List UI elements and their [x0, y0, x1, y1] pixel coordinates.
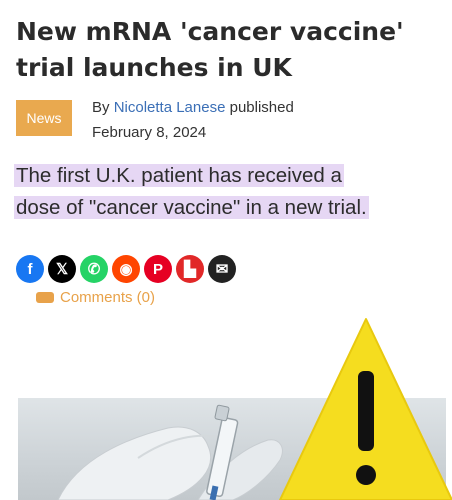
email-share-button[interactable]: ✉ [208, 255, 236, 283]
byline-prefix: By [92, 99, 110, 116]
reddit-share-button[interactable]: ◉ [112, 255, 140, 283]
headline-line-1: New mRNA 'cancer vaccine' [16, 17, 404, 46]
facebook-share-button[interactable]: f [16, 255, 44, 283]
article-lede: The first U.K. patient has received a do… [14, 160, 446, 224]
x-icon: 𝕏 [55, 261, 69, 278]
facebook-icon: f [27, 260, 33, 278]
comments-link[interactable]: Comments (0) [36, 289, 155, 306]
x-share-button[interactable]: 𝕏 [48, 255, 76, 283]
warning-sign-icon [279, 318, 452, 500]
reddit-icon: ◉ [119, 261, 133, 278]
headline-line-2: trial launches in UK [16, 53, 292, 82]
whatsapp-share-button[interactable]: ✆ [80, 255, 108, 283]
whatsapp-icon: ✆ [87, 261, 101, 278]
email-icon: ✉ [215, 261, 229, 278]
flipboard-icon: ▙ [184, 261, 196, 278]
author-link[interactable]: Nicoletta Lanese [114, 99, 226, 116]
byline-suffix: published [229, 99, 294, 116]
comment-bubble-icon [36, 292, 54, 303]
pinterest-icon: P [152, 260, 163, 278]
flipboard-share-button[interactable]: ▙ [176, 255, 204, 283]
badge-label: News [26, 110, 62, 126]
lede-line-2: dose of "cancer vaccine" in a new trial. [14, 196, 369, 219]
news-category-badge[interactable]: News [16, 100, 72, 136]
publish-date: February 8, 2024 [92, 124, 207, 141]
pinterest-share-button[interactable]: P [144, 255, 172, 283]
byline: By Nicoletta Lanese published February 8… [92, 95, 294, 145]
article-headline: New mRNA 'cancer vaccine' trial launches… [16, 14, 446, 86]
share-buttons: f 𝕏 ✆ ◉ P ▙ ✉ [16, 255, 236, 283]
lede-line-1: The first U.K. patient has received a [14, 164, 344, 187]
comments-label: Comments (0) [60, 289, 156, 306]
